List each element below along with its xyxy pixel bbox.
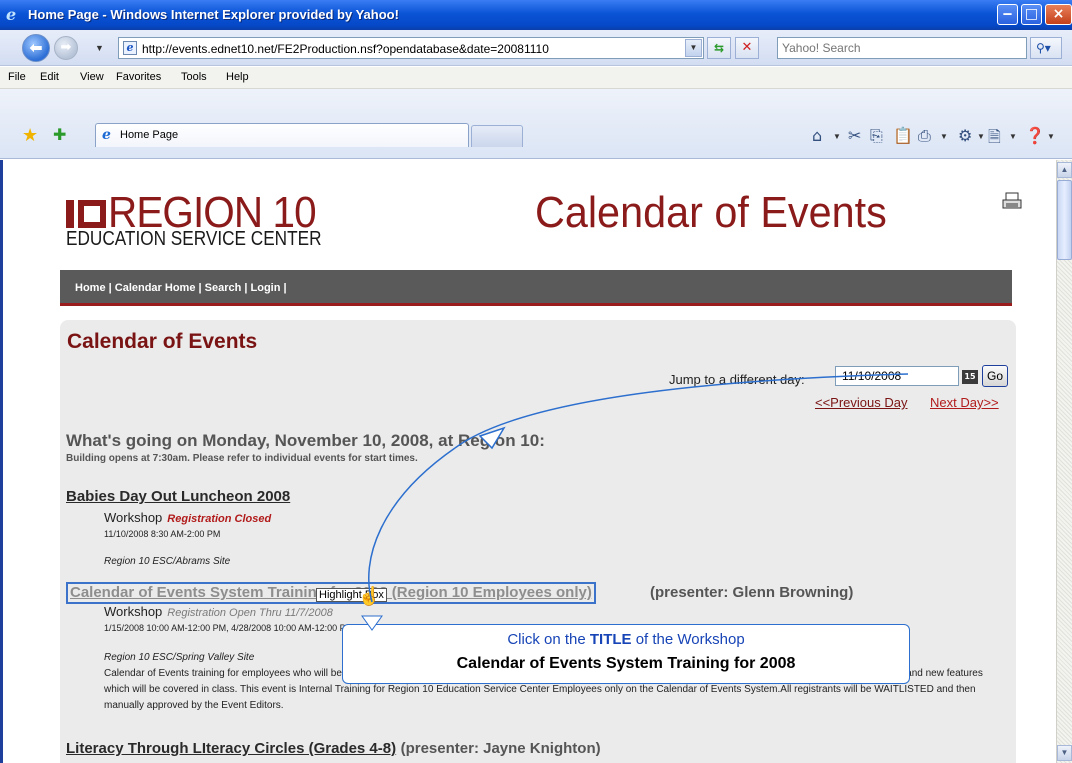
refresh-button[interactable]: ⇆ xyxy=(707,37,731,59)
cut-icon[interactable]: ✂ xyxy=(848,126,861,145)
menu-tools[interactable]: Tools xyxy=(181,71,207,83)
tools-dropdown-icon[interactable]: ▼ xyxy=(977,132,985,141)
tab-command-bar: ★ ✚ e Home Page ⌂ ▼ ✂ ⎘ 📋 ⎙ ▼ ⚙ ▼ 🗎 ▼ ❓ … xyxy=(0,89,1072,159)
scroll-up-icon[interactable]: ▲ xyxy=(1057,162,1072,178)
copy-icon[interactable]: ⎘ xyxy=(870,126,883,146)
back-button[interactable]: ⬅ xyxy=(22,34,50,62)
event-type: Workshop Registration Closed xyxy=(104,510,271,525)
refresh-icon: ⇆ xyxy=(713,41,725,55)
minimize-icon: ‒ xyxy=(1002,6,1013,22)
page-icon: e xyxy=(123,41,137,55)
date-field[interactable] xyxy=(835,366,962,386)
event-type: Workshop Registration Open Thru 11/7/2008 xyxy=(104,604,333,619)
event-presenter: (presenter: Glenn Browning) xyxy=(650,584,854,601)
previous-day-link[interactable]: <<Previous Day xyxy=(815,395,908,410)
minimize-button[interactable]: ‒ xyxy=(997,4,1018,25)
event-status: Registration Closed xyxy=(167,513,272,525)
search-box[interactable] xyxy=(777,37,1027,59)
maximize-button[interactable]: □ xyxy=(1021,4,1042,25)
callout-emphasis: TITLE xyxy=(589,631,632,648)
panel-title: Calendar of Events xyxy=(67,330,258,353)
address-dropdown-icon[interactable]: ▼ xyxy=(685,39,702,57)
favorites-center-star-icon[interactable]: ★ xyxy=(22,125,38,146)
site-nav-bar: Home | Calendar Home | Search | Login | xyxy=(60,270,1012,306)
home-icon[interactable]: ⌂ xyxy=(812,126,822,145)
menu-edit[interactable]: Edit xyxy=(40,71,59,83)
menu-favorites[interactable]: Favorites xyxy=(116,71,161,83)
region10-logo[interactable]: REGION 10 EDUCATION SERVICE CENTER xyxy=(66,188,356,258)
address-bar[interactable]: e http://events.ednet10.net/FE2Productio… xyxy=(118,37,704,59)
event-title-link[interactable]: Babies Day Out Luncheon 2008 xyxy=(66,488,290,505)
add-favorites-icon[interactable]: ✚ xyxy=(53,125,66,145)
close-window-button[interactable]: × xyxy=(1045,4,1072,25)
event-type-label: Workshop xyxy=(104,604,163,619)
hand-cursor-icon: ☝ xyxy=(358,586,381,606)
site-title: Calendar of Events xyxy=(535,188,887,237)
jump-label: Jump to a different day: xyxy=(669,372,805,387)
printer-icon[interactable] xyxy=(1002,192,1022,212)
maximize-icon: □ xyxy=(1024,6,1039,22)
scroll-down-icon[interactable]: ▼ xyxy=(1057,745,1072,761)
close-icon: × xyxy=(1052,6,1065,22)
help-icon[interactable]: ❓ xyxy=(1025,126,1045,145)
tab-label: Home Page xyxy=(120,129,179,141)
window-title: Home Page - Windows Internet Explorer pr… xyxy=(28,7,399,22)
date-input[interactable] xyxy=(842,367,962,385)
page-dropdown-icon[interactable]: ▼ xyxy=(1009,132,1017,141)
menu-view[interactable]: View xyxy=(80,71,104,83)
go-button[interactable]: Go xyxy=(982,365,1008,387)
event-status: Registration Open Thru 11/7/2008 xyxy=(167,607,333,619)
event-title-link[interactable]: Literacy Through LIteracy Circles (Grade… xyxy=(66,740,396,757)
internet-explorer-icon: e xyxy=(6,5,17,24)
help-dropdown-icon[interactable]: ▼ xyxy=(1047,132,1055,141)
event-row: Literacy Through LIteracy Circles (Grade… xyxy=(66,740,601,758)
day-heading: What's going on Monday, November 10, 200… xyxy=(66,431,545,450)
site-nav-links[interactable]: Home | Calendar Home | Search | Login | xyxy=(75,282,287,294)
event-site: Region 10 ESC/Spring Valley Site xyxy=(104,652,255,663)
event-dates: 1/15/2008 10:00 AM-12:00 PM, 4/28/2008 1… xyxy=(104,623,354,633)
paste-icon[interactable]: 📋 xyxy=(893,126,913,145)
search-icon: ⚲▾ xyxy=(1036,41,1051,55)
menu-help[interactable]: Help xyxy=(226,71,249,83)
instruction-callout: Click on the TITLE of the Workshop Calen… xyxy=(342,624,910,684)
day-note: Building opens at 7:30am. Please refer t… xyxy=(66,453,418,464)
address-toolbar: ⬅ ➡ ▼ e http://events.ednet10.net/FE2Pro… xyxy=(0,30,1072,66)
menu-file[interactable]: File xyxy=(8,71,26,83)
print-icon[interactable]: ⎙ xyxy=(918,126,931,146)
search-input[interactable] xyxy=(782,38,1022,58)
callout-instruction: Click on the TITLE of the Workshop xyxy=(343,631,909,648)
calendar-picker-icon[interactable]: 15 xyxy=(962,370,978,384)
vertical-scrollbar[interactable]: ▲ ▼ xyxy=(1056,160,1072,763)
home-dropdown-icon[interactable]: ▼ xyxy=(833,132,841,141)
ie-page-icon: e xyxy=(102,127,111,143)
event-dates: 11/10/2008 8:30 AM-2:00 PM xyxy=(104,529,221,539)
page-icon-cmd[interactable]: 🗎 xyxy=(988,126,1001,153)
callout-post: of the Workshop xyxy=(631,631,745,648)
forward-button[interactable]: ➡ xyxy=(54,36,78,60)
search-button[interactable]: ⚲▾ xyxy=(1030,37,1062,59)
logo-mark-icon xyxy=(66,200,106,228)
window-titlebar: e Home Page - Windows Internet Explorer … xyxy=(0,0,1072,30)
new-tab-button[interactable] xyxy=(471,125,523,147)
tools-gear-icon[interactable]: ⚙ xyxy=(958,126,972,145)
callout-pre: Click on the xyxy=(507,631,590,648)
recent-pages-dropdown-icon[interactable]: ▼ xyxy=(95,43,104,53)
event-type-label: Workshop xyxy=(104,510,163,525)
event-presenter: (presenter: Jayne Knighton) xyxy=(400,740,601,757)
tab-home-page[interactable]: e Home Page xyxy=(95,123,469,147)
event-site: Region 10 ESC/Abrams Site xyxy=(104,556,231,567)
forward-arrow-icon: ➡ xyxy=(60,40,72,55)
back-arrow-icon: ⬅ xyxy=(29,38,43,57)
stop-button[interactable]: ✕ xyxy=(735,37,759,59)
print-dropdown-icon[interactable]: ▼ xyxy=(940,132,948,141)
stop-icon: ✕ xyxy=(741,40,753,55)
logo-subtitle: EDUCATION SERVICE CENTER xyxy=(66,228,322,250)
menu-bar: File Edit View Favorites Tools Help xyxy=(0,67,1072,89)
next-day-link[interactable]: Next Day>> xyxy=(930,395,999,410)
scroll-thumb[interactable] xyxy=(1057,180,1072,260)
callout-event-name: Calendar of Events System Training for 2… xyxy=(456,655,796,672)
url-text[interactable]: http://events.ednet10.net/FE2Production.… xyxy=(142,42,549,56)
